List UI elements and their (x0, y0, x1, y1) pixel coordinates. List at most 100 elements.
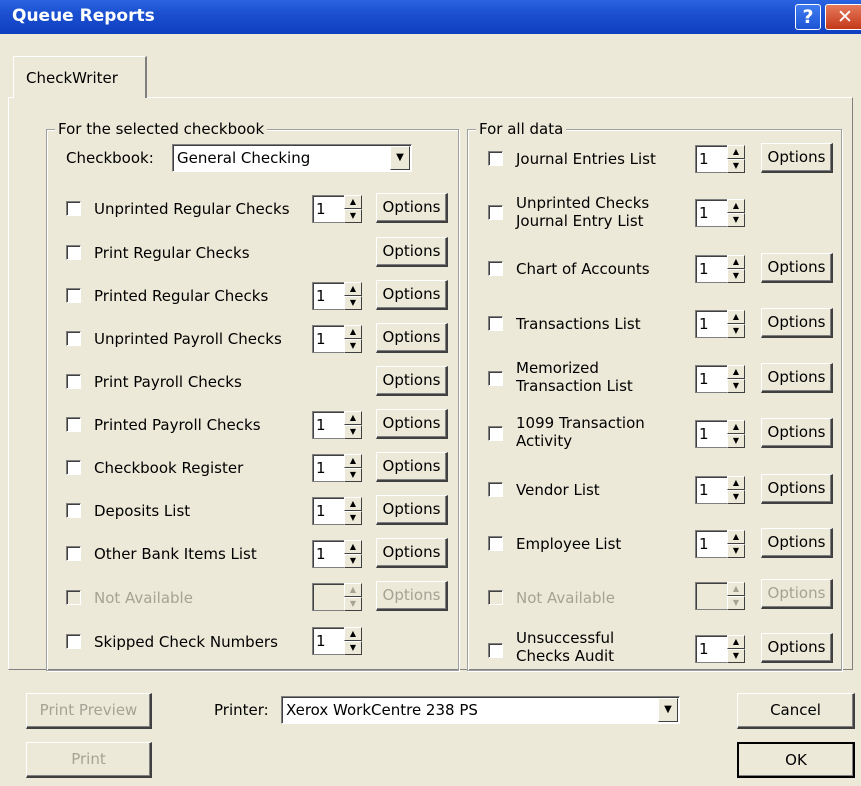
chevron-down-icon[interactable]: ▼ (658, 698, 678, 722)
copies-value[interactable]: 1 (695, 310, 727, 338)
options-button[interactable]: Options (761, 308, 833, 338)
up-arrow-icon[interactable]: ▲ (344, 497, 362, 511)
copies-value[interactable]: 1 (312, 454, 344, 482)
up-arrow-icon[interactable]: ▲ (727, 476, 745, 490)
checkbox-other-bank-items-list[interactable] (66, 546, 81, 561)
copies-stepper[interactable]: 1 ▲ ▼ (312, 411, 362, 439)
copies-stepper[interactable]: 1 ▲ ▼ (695, 310, 745, 338)
checkbox-checkbook-register[interactable] (66, 460, 81, 475)
checkbox-print-regular-checks[interactable] (66, 245, 81, 260)
up-arrow-icon[interactable]: ▲ (727, 255, 745, 269)
checkbox-unprinted-regular-checks[interactable] (66, 201, 81, 216)
copies-stepper[interactable]: 1 ▲ ▼ (695, 199, 745, 227)
copies-value[interactable]: 1 (312, 411, 344, 439)
up-arrow-icon[interactable]: ▲ (727, 365, 745, 379)
copies-value[interactable]: 1 (312, 540, 344, 568)
checkbox-printed-payroll-checks[interactable] (66, 417, 81, 432)
options-button[interactable]: Options (761, 143, 833, 173)
checkbox-unprinted-checks-journal-entry-list[interactable] (488, 205, 503, 220)
up-arrow-icon[interactable]: ▲ (727, 199, 745, 213)
up-arrow-icon[interactable]: ▲ (727, 145, 745, 159)
copies-stepper[interactable]: 1 ▲ ▼ (312, 540, 362, 568)
down-arrow-icon[interactable]: ▼ (727, 544, 745, 558)
checkbox-transactions-list[interactable] (488, 316, 503, 331)
up-arrow-icon[interactable]: ▲ (344, 282, 362, 296)
down-arrow-icon[interactable]: ▼ (727, 649, 745, 663)
copies-stepper[interactable]: 1 ▲ ▼ (312, 497, 362, 525)
options-button[interactable]: Options (376, 452, 448, 482)
options-button[interactable]: Options (761, 253, 833, 283)
options-button[interactable]: Options (761, 418, 833, 448)
down-arrow-icon[interactable]: ▼ (727, 159, 745, 173)
up-arrow-icon[interactable]: ▲ (344, 195, 362, 209)
checkbox-memorized-transaction-list[interactable] (488, 371, 503, 386)
copies-value[interactable]: 1 (695, 365, 727, 393)
copies-stepper[interactable]: 1 ▲ ▼ (312, 282, 362, 310)
copies-stepper[interactable]: 1 ▲ ▼ (312, 627, 362, 655)
copies-value[interactable]: 1 (695, 476, 727, 504)
down-arrow-icon[interactable]: ▼ (344, 296, 362, 310)
checkbox-vendor-list[interactable] (488, 482, 503, 497)
checkbox-employee-list[interactable] (488, 536, 503, 551)
checkbox-print-payroll-checks[interactable] (66, 374, 81, 389)
copies-value[interactable]: 1 (695, 199, 727, 227)
copies-value[interactable]: 1 (695, 420, 727, 448)
down-arrow-icon[interactable]: ▼ (344, 339, 362, 353)
options-button[interactable]: Options (761, 474, 833, 504)
copies-value[interactable]: 1 (695, 145, 727, 173)
checkbox-skipped-check-numbers[interactable] (66, 634, 81, 649)
copies-value[interactable]: 1 (695, 530, 727, 558)
options-button[interactable]: Options (376, 495, 448, 525)
up-arrow-icon[interactable]: ▲ (344, 627, 362, 641)
copies-value[interactable]: 1 (695, 255, 727, 283)
down-arrow-icon[interactable]: ▼ (727, 324, 745, 338)
up-arrow-icon[interactable]: ▲ (344, 325, 362, 339)
down-arrow-icon[interactable]: ▼ (344, 209, 362, 223)
printer-select[interactable]: Xerox WorkCentre 238 PS ▼ (281, 696, 680, 724)
down-arrow-icon[interactable]: ▼ (344, 425, 362, 439)
copies-stepper[interactable]: 1 ▲ ▼ (312, 454, 362, 482)
checkbox-1099-transaction-activity[interactable] (488, 426, 503, 441)
checkbox-journal-entries-list[interactable] (488, 151, 503, 166)
options-button[interactable]: Options (761, 633, 833, 663)
copies-stepper[interactable]: 1 ▲ ▼ (695, 530, 745, 558)
chevron-down-icon[interactable]: ▼ (390, 146, 410, 170)
down-arrow-icon[interactable]: ▼ (727, 213, 745, 227)
copies-stepper[interactable]: 1 ▲ ▼ (312, 325, 362, 353)
checkbox-unprinted-payroll-checks[interactable] (66, 331, 81, 346)
down-arrow-icon[interactable]: ▼ (727, 490, 745, 504)
title-bar[interactable]: Queue Reports ? ✕ (0, 0, 861, 34)
up-arrow-icon[interactable]: ▲ (344, 411, 362, 425)
copies-stepper[interactable]: 1 ▲ ▼ (695, 365, 745, 393)
options-button[interactable]: Options (376, 323, 448, 353)
copies-value[interactable]: 1 (695, 635, 727, 663)
options-button[interactable]: Options (376, 409, 448, 439)
options-button[interactable]: Options (376, 237, 448, 267)
copies-stepper[interactable]: 1 ▲ ▼ (312, 195, 362, 223)
options-button[interactable]: Options (761, 528, 833, 558)
copies-stepper[interactable]: 1 ▲ ▼ (695, 420, 745, 448)
options-button[interactable]: Options (376, 280, 448, 310)
options-button[interactable]: Options (376, 366, 448, 396)
down-arrow-icon[interactable]: ▼ (727, 269, 745, 283)
copies-stepper[interactable]: 1 ▲ ▼ (695, 635, 745, 663)
ok-button[interactable]: OK (737, 742, 855, 778)
copies-stepper[interactable]: 1 ▲ ▼ (695, 255, 745, 283)
options-button[interactable]: Options (761, 363, 833, 393)
down-arrow-icon[interactable]: ▼ (727, 434, 745, 448)
up-arrow-icon[interactable]: ▲ (727, 310, 745, 324)
cancel-button[interactable]: Cancel (737, 693, 855, 729)
up-arrow-icon[interactable]: ▲ (727, 530, 745, 544)
checkbox-unsuccessful-checks-audit[interactable] (488, 643, 503, 658)
down-arrow-icon[interactable]: ▼ (344, 468, 362, 482)
copies-stepper[interactable]: 1 ▲ ▼ (695, 145, 745, 173)
options-button[interactable]: Options (376, 538, 448, 568)
options-button[interactable]: Options (376, 193, 448, 223)
copies-stepper[interactable]: 1 ▲ ▼ (695, 476, 745, 504)
up-arrow-icon[interactable]: ▲ (344, 540, 362, 554)
close-icon[interactable]: ✕ (825, 4, 861, 30)
copies-value[interactable]: 1 (312, 325, 344, 353)
checkbook-select[interactable]: General Checking ▼ (172, 144, 412, 172)
down-arrow-icon[interactable]: ▼ (727, 379, 745, 393)
up-arrow-icon[interactable]: ▲ (344, 454, 362, 468)
